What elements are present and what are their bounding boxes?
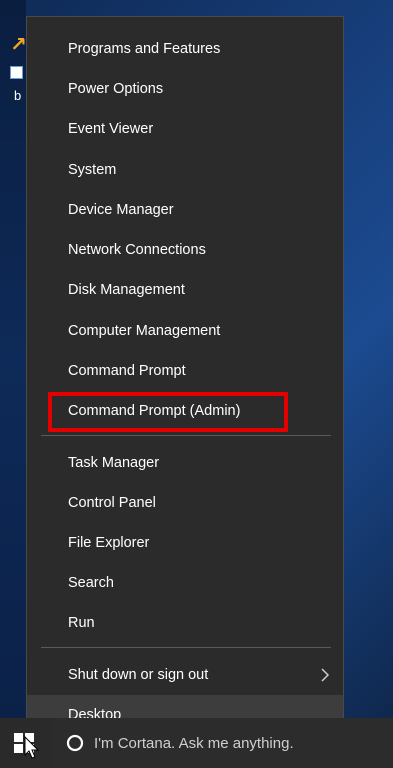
menu-item-power-options[interactable]: Power Options xyxy=(27,69,343,109)
cortana-ring-icon xyxy=(66,734,84,752)
cortana-search-box[interactable]: I'm Cortana. Ask me anything. xyxy=(52,718,393,768)
shortcut-arrow-icon xyxy=(10,66,23,79)
menu-item-device-manager[interactable]: Device Manager xyxy=(27,190,343,230)
menu-item-network-connections[interactable]: Network Connections xyxy=(27,230,343,270)
menu-item-control-panel[interactable]: Control Panel xyxy=(27,483,343,523)
menu-item-command-prompt[interactable]: Command Prompt xyxy=(27,351,343,391)
menu-item-shut-down-or-sign-out[interactable]: Shut down or sign out xyxy=(27,655,343,695)
cortana-placeholder: I'm Cortana. Ask me anything. xyxy=(94,734,294,752)
menu-separator xyxy=(41,647,331,648)
menu-item-command-prompt-admin[interactable]: Command Prompt (Admin) xyxy=(27,391,343,431)
desktop-shortcut-icon[interactable]: ↗ xyxy=(6,30,28,88)
desktop-icon-label: b xyxy=(14,88,22,103)
menu-item-computer-management[interactable]: Computer Management xyxy=(27,311,343,351)
taskbar: I'm Cortana. Ask me anything. xyxy=(0,718,393,768)
menu-separator xyxy=(41,435,331,436)
menu-item-disk-management[interactable]: Disk Management xyxy=(27,270,343,310)
winx-context-menu: Programs and Features Power Options Even… xyxy=(26,16,344,738)
menu-item-file-explorer[interactable]: File Explorer xyxy=(27,523,343,563)
menu-item-run[interactable]: Run xyxy=(27,603,343,643)
menu-item-system[interactable]: System xyxy=(27,150,343,190)
menu-item-task-manager[interactable]: Task Manager xyxy=(27,443,343,483)
menu-item-label: Shut down or sign out xyxy=(68,667,209,683)
menu-item-event-viewer[interactable]: Event Viewer xyxy=(27,109,343,149)
menu-item-search[interactable]: Search xyxy=(27,563,343,603)
menu-item-programs-and-features[interactable]: Programs and Features xyxy=(27,29,343,69)
chevron-right-icon xyxy=(321,668,330,682)
desktop-background xyxy=(0,0,26,720)
mouse-cursor-icon xyxy=(24,736,40,759)
app-icon: ↗ xyxy=(10,34,27,56)
